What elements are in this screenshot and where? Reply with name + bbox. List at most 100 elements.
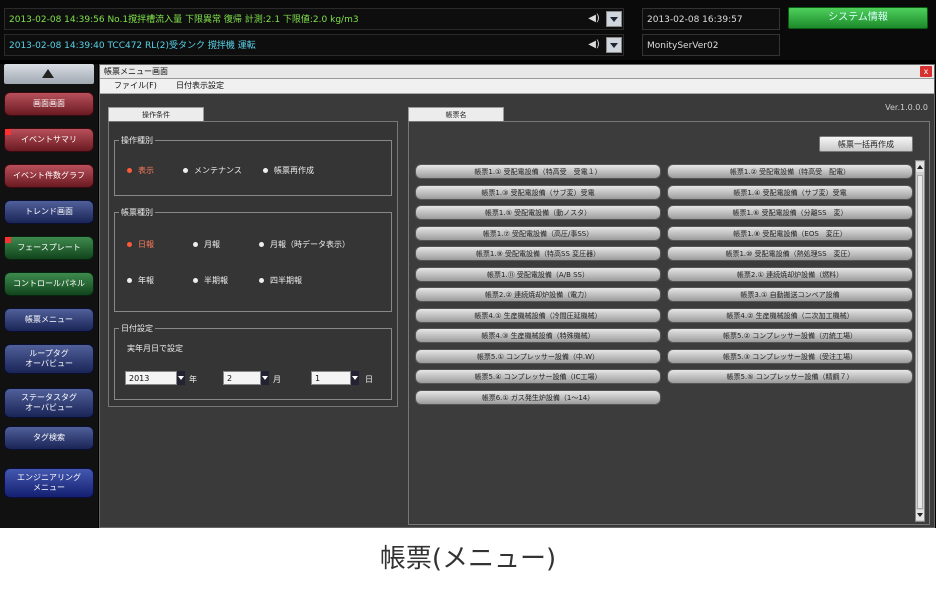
report-button[interactable]: 帳票4.① 生産機械設備（冷間圧延機械） bbox=[415, 307, 661, 323]
radio-maintenance[interactable]: メンテナンス bbox=[183, 165, 242, 176]
radio-monthly-hourly[interactable]: 月報（時データ表示） bbox=[259, 239, 350, 250]
recreate-all-reports-button[interactable]: 帳票一括再作成 bbox=[819, 136, 913, 152]
version-label: Ver.1.0.0.0 bbox=[885, 103, 928, 112]
nav-item-label: ループタグ オーバビュー bbox=[25, 349, 73, 368]
report-button[interactable]: 帳票5.④ コンプレッサー設備（IC工場） bbox=[415, 369, 661, 384]
report-button[interactable]: 帳票5.⑤ コンプレッサー設備（精鋼７） bbox=[667, 369, 913, 384]
report-button[interactable]: 帳票5.① コンプレッサー設備（中.W） bbox=[415, 348, 661, 364]
menu-bar: ファイル(F) 日付表示設定 bbox=[100, 79, 934, 94]
report-button[interactable]: 帳票3.① 自動搬送コンベア設備 bbox=[667, 287, 913, 302]
close-icon[interactable]: x bbox=[920, 66, 932, 77]
scroll-thumb[interactable] bbox=[917, 175, 923, 509]
alarm-line-2[interactable]: 2013-02-08 14:39:40 TCC472 RL(2)受タンク 撹拌機… bbox=[4, 34, 624, 56]
report-button[interactable]: 帳票5.② コンプレッサー設備（刃統工場） bbox=[667, 328, 913, 343]
radio-half-year[interactable]: 半期報 bbox=[193, 275, 228, 286]
window-titlebar: 帳票メニュー画面 x bbox=[100, 65, 934, 79]
month-select[interactable]: 2 bbox=[223, 371, 261, 385]
report-type-label: 帳票種別 bbox=[119, 207, 155, 218]
alert-flag-icon bbox=[5, 129, 11, 135]
menu-date-display-settings[interactable]: 日付表示設定 bbox=[176, 79, 224, 93]
report-button[interactable]: 帳票1.⑩ 受配電設備（熱処理SS 変圧） bbox=[667, 246, 913, 261]
radio-icon bbox=[193, 278, 198, 283]
current-datetime: 2013-02-08 16:39:57 bbox=[642, 8, 780, 30]
radio-quarterly[interactable]: 四半期報 bbox=[259, 275, 302, 286]
report-button[interactable]: 帳票1.⑦ 受配電設備（高圧/事SS） bbox=[415, 225, 661, 241]
alarm-line-1[interactable]: 2013-02-08 14:39:56 No.1撹拌槽流入量 下限異常 復帰 計… bbox=[4, 8, 624, 30]
window-title: 帳票メニュー画面 bbox=[104, 67, 168, 76]
report-button[interactable]: 帳票1.⑪ 受配電設備（A/B SS） bbox=[415, 266, 661, 282]
report-button[interactable]: 帳票1.③ 受配電設備（サブ変）受電 bbox=[415, 184, 661, 200]
report-button[interactable]: 帳票5.③ コンプレッサー設備（受注工場） bbox=[667, 348, 913, 364]
nav-item-9[interactable]: タグ検索 bbox=[4, 426, 94, 450]
nav-item-label: イベントサマリ bbox=[21, 135, 77, 144]
report-button[interactable]: 帳票6.① ガス発生炉設備（1～14） bbox=[415, 389, 661, 405]
nav-item-10[interactable]: エンジニアリング メニュー bbox=[4, 468, 94, 498]
radio-yearly[interactable]: 年報 bbox=[127, 275, 154, 286]
nav-item-6[interactable]: 帳票メニュー bbox=[4, 308, 94, 332]
report-button[interactable]: 帳票2.① 連続焼却炉設備（燃料） bbox=[667, 266, 913, 282]
report-button[interactable]: 帳票4.③ 生産機械設備（特殊機械） bbox=[415, 328, 661, 343]
radio-icon bbox=[263, 168, 268, 173]
nav-item-label: フェースプレート bbox=[17, 243, 81, 252]
radio-daily[interactable]: 日報 bbox=[127, 239, 154, 250]
system-info-button[interactable]: システム情報 bbox=[788, 7, 928, 29]
chevron-down-icon[interactable] bbox=[261, 371, 269, 385]
day-unit: 日 bbox=[365, 375, 373, 384]
radio-icon bbox=[183, 168, 188, 173]
nav-item-label: タグ検索 bbox=[33, 433, 65, 442]
operation-conditions-panel: 操作種別 表示 メンテナンス 帳票再作成 帳票種別 日報 月報 月報（時データ表… bbox=[108, 121, 398, 407]
tab-operation-conditions[interactable]: 操作条件 bbox=[108, 107, 204, 121]
server-name: MonitySerVer02 bbox=[642, 34, 780, 56]
date-setting-label: 日付設定 bbox=[119, 323, 155, 334]
report-button[interactable]: 帳票1.② 受配電設備（特高受 配電） bbox=[667, 164, 913, 179]
day-select[interactable]: 1 bbox=[311, 371, 351, 385]
nav-item-4[interactable]: フェースプレート bbox=[4, 236, 94, 260]
report-button[interactable]: 帳票1.⑨ 受配電設備（特高SS 変圧器） bbox=[415, 246, 661, 261]
report-button[interactable]: 帳票1.⑥ 受配電設備（分離SS 変） bbox=[667, 205, 913, 220]
screen: 2013-02-08 14:39:56 No.1撹拌槽流入量 下限異常 復帰 計… bbox=[0, 0, 936, 528]
nav-item-2[interactable]: イベント件数グラフ bbox=[4, 164, 94, 188]
report-type-group: 帳票種別 日報 月報 月報（時データ表示） 年報 半期報 四半期報 bbox=[114, 207, 392, 312]
radio-icon bbox=[193, 242, 198, 247]
nav-item-label: 帳票メニュー bbox=[25, 315, 73, 324]
nav-item-1[interactable]: イベントサマリ bbox=[4, 128, 94, 152]
nav-item-0[interactable]: 画面画面 bbox=[4, 92, 94, 116]
alarm-2-dropdown-button[interactable] bbox=[606, 37, 622, 53]
nav-item-5[interactable]: コントロールパネル bbox=[4, 272, 94, 296]
report-button[interactable]: 帳票4.② 生産機械設備（二次加工機械） bbox=[667, 307, 913, 323]
menu-file[interactable]: ファイル(F) bbox=[114, 79, 157, 93]
year-select[interactable]: 2013 bbox=[125, 371, 177, 385]
alert-flag-icon bbox=[5, 237, 11, 243]
nav-item-label: コントロールパネル bbox=[13, 279, 85, 288]
radio-display[interactable]: 表示 bbox=[127, 165, 154, 176]
report-button[interactable]: 帳票1.⑤ 受配電設備（動ノスタ） bbox=[415, 205, 661, 220]
nav-item-7[interactable]: ループタグ オーバビュー bbox=[4, 344, 94, 374]
left-navigation: 画面画面イベントサマリイベント件数グラフ トレンド画面フェースプレート コントロール… bbox=[0, 64, 98, 528]
radio-icon bbox=[259, 242, 264, 247]
radio-icon bbox=[259, 278, 264, 283]
speaker-icon[interactable]: ◀) bbox=[586, 12, 602, 26]
report-button[interactable]: 帳票1.④ 受配電設備（サブ変）受電 bbox=[667, 184, 913, 200]
report-button[interactable]: 帳票1.① 受配電設備（特高受 受電１） bbox=[415, 164, 661, 179]
nav-up-arrow-icon[interactable] bbox=[4, 64, 94, 84]
speaker-icon[interactable]: ◀) bbox=[586, 38, 602, 52]
alarm-1-dropdown-button[interactable] bbox=[606, 11, 622, 27]
nav-item-3[interactable]: トレンド画面 bbox=[4, 200, 94, 224]
radio-monthly[interactable]: 月報 bbox=[193, 239, 220, 250]
report-list-panel: 帳票一括再作成 帳票1.① 受配電設備（特高受 受電１） 帳票1.③ 受配電設備（… bbox=[408, 121, 930, 525]
nav-item-8[interactable]: ステータスタグ オーバビュー bbox=[4, 388, 94, 418]
nav-item-label: ステータスタグ オーバビュー bbox=[21, 393, 77, 412]
month-unit: 月 bbox=[273, 375, 281, 384]
radio-report-recreate[interactable]: 帳票再作成 bbox=[263, 165, 314, 176]
year-unit: 年 bbox=[189, 375, 197, 384]
scroll-up-icon[interactable] bbox=[916, 162, 924, 172]
chevron-down-icon[interactable] bbox=[177, 371, 185, 385]
report-button[interactable]: 帳票1.⑧ 受配電設備（EOS 変圧） bbox=[667, 225, 913, 241]
date-setting-group: 日付設定 実年月日で設定 2013 年 2 月 1 日 bbox=[114, 323, 392, 400]
report-button[interactable]: 帳票2.② 連続焼却炉設備（電力） bbox=[415, 287, 661, 302]
nav-item-label: 画面画面 bbox=[33, 99, 65, 108]
report-list-scrollbar[interactable] bbox=[915, 160, 925, 522]
chevron-down-icon[interactable] bbox=[351, 371, 359, 385]
scroll-down-icon[interactable] bbox=[916, 510, 924, 520]
tab-report-name[interactable]: 帳票名 bbox=[408, 107, 504, 121]
